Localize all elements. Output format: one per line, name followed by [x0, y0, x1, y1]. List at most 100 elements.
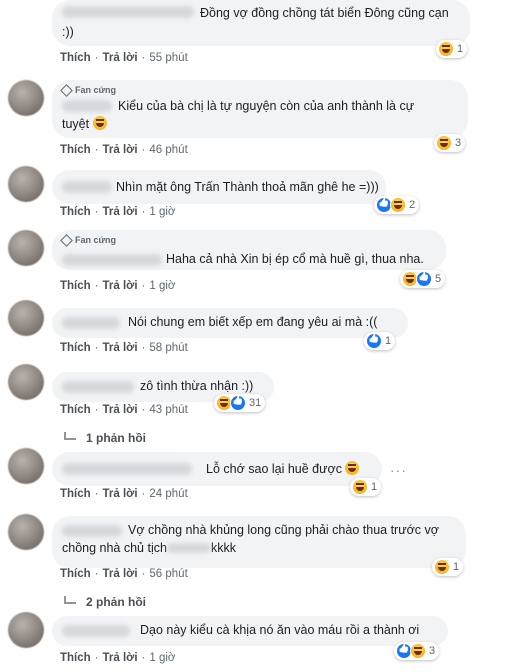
comment-actions: Thích · Trả lời · 58 phút: [60, 342, 188, 354]
avatar[interactable]: [8, 80, 44, 116]
grinning-emoji-icon: [345, 461, 360, 475]
timestamp[interactable]: 43 phút: [149, 404, 187, 416]
comment-actions: Thích · Trả lời · 46 phút: [60, 144, 188, 156]
comment-actions: Thích · Trả lời · 1 giờ: [60, 652, 176, 664]
comment-text-line-1: Kiểu của bà chị là tự nguyện còn của anh…: [118, 99, 415, 113]
comment-text-line-2: chồng nhà chủ tịch kkkk: [62, 541, 236, 555]
avatar[interactable]: [8, 364, 44, 400]
reaction-summary[interactable]: 31: [214, 394, 266, 412]
reply-link[interactable]: Trả lời: [103, 52, 138, 64]
reply-link[interactable]: Trả lời: [103, 652, 138, 664]
avatar[interactable]: [8, 230, 44, 266]
reaction-summary[interactable]: 1: [436, 40, 468, 58]
haha-icon: [410, 643, 426, 659]
author-name[interactable]: [62, 625, 130, 637]
reply-link[interactable]: Trả lời: [103, 568, 138, 580]
avatar[interactable]: [8, 612, 44, 648]
timestamp[interactable]: 46 phút: [149, 144, 187, 156]
reply-arrow-icon: [64, 432, 76, 440]
like-icon: [366, 333, 382, 349]
reaction-summary[interactable]: 2: [374, 196, 420, 214]
reply-link[interactable]: Trả lời: [103, 404, 138, 416]
view-replies-link[interactable]: 2 phản hồi: [64, 595, 146, 609]
like-link[interactable]: Thích: [60, 342, 91, 354]
comment-bubble: Fan cứng Haha cả nhà Xin bị ép cổ mà huề…: [52, 230, 446, 270]
comment-actions: Thích · Trả lời · 56 phút: [60, 568, 188, 580]
haha-icon: [352, 479, 368, 495]
comment-actions: Thích · Trả lời · 24 phút: [60, 488, 188, 500]
like-link[interactable]: Thích: [60, 404, 91, 416]
reaction-summary[interactable]: 1: [350, 478, 382, 496]
diamond-icon: [60, 84, 73, 97]
comment-bubble: Fan cứng Kiểu của bà chị là tự nguyện cò…: [52, 80, 468, 138]
comment-text: Nói chung em biết xếp em đang yêu ai mà …: [128, 315, 378, 329]
timestamp[interactable]: 1 giờ: [149, 652, 175, 664]
timestamp[interactable]: 1 giờ: [149, 206, 175, 218]
fan-badge: Fan cứng: [60, 234, 116, 247]
more-options-icon[interactable]: ···: [390, 462, 407, 478]
reaction-summary[interactable]: 1: [432, 558, 464, 576]
reply-link[interactable]: Trả lời: [103, 280, 138, 292]
timestamp[interactable]: 1 giờ: [149, 280, 175, 292]
comment-text-line-2: :)): [62, 25, 74, 39]
avatar[interactable]: [8, 166, 44, 202]
reply-arrow-icon: [64, 596, 76, 604]
comment-actions: Thích · Trả lời · 43 phút: [60, 404, 188, 416]
comment-bubble: Vợ chồng nhà khủng long cũng phải chào t…: [52, 516, 466, 568]
like-link[interactable]: Thích: [60, 52, 91, 64]
author-name[interactable]: [62, 463, 192, 475]
haha-icon: [436, 135, 452, 151]
like-link[interactable]: Thích: [60, 568, 91, 580]
author-name[interactable]: [62, 181, 112, 193]
avatar[interactable]: [8, 448, 44, 484]
comment-text-line-2: tuyệt: [62, 116, 107, 133]
author-name[interactable]: [62, 6, 194, 18]
like-link[interactable]: Thích: [60, 280, 91, 292]
like-link[interactable]: Thích: [60, 652, 91, 664]
laughing-emoji-icon: [92, 116, 107, 130]
author-name[interactable]: [62, 317, 120, 329]
comment-text: Dạo này kiểu cà khịa nó ăn vào máu rồi a…: [140, 623, 420, 637]
comment-actions: Thích · Trả lời · 1 giờ: [60, 206, 176, 218]
reply-link[interactable]: Trả lời: [103, 206, 138, 218]
redacted-mention: [166, 543, 211, 553]
comment-text: Lỗ chớ sao lại huề được: [206, 461, 360, 478]
view-replies-link[interactable]: 1 phản hồi: [64, 431, 146, 445]
reply-link[interactable]: Trả lời: [103, 488, 138, 500]
author-name[interactable]: [62, 525, 122, 537]
comment-text-line-1: Vợ chồng nhà khủng long cũng phải chào t…: [128, 523, 439, 537]
haha-icon: [390, 197, 406, 213]
avatar[interactable]: [8, 300, 44, 336]
author-name[interactable]: [62, 254, 162, 266]
comment-text: Haha cả nhà Xin bị ép cổ mà huề gì, thua…: [166, 252, 424, 266]
reaction-summary[interactable]: 5: [400, 270, 446, 288]
reaction-summary[interactable]: 3: [434, 134, 466, 152]
timestamp[interactable]: 55 phút: [149, 52, 187, 64]
reaction-summary[interactable]: 1: [364, 332, 396, 350]
timestamp[interactable]: 56 phút: [149, 568, 187, 580]
like-icon: [230, 395, 246, 411]
comment-bubble: Nhìn mặt ông Trấn Thành thoả mãn ghê he …: [52, 170, 386, 204]
comment-bubble: Nói chung em biết xếp em đang yêu ai mà …: [52, 308, 408, 338]
author-name[interactable]: [62, 381, 134, 393]
like-link[interactable]: Thích: [60, 488, 91, 500]
comment-actions: Thích · Trả lời · 55 phút: [60, 52, 188, 64]
reply-link[interactable]: Trả lời: [103, 144, 138, 156]
comment-bubble: Đồng vợ đồng chồng tát biển Đông cũng cạ…: [52, 0, 470, 46]
author-name[interactable]: [62, 100, 112, 112]
timestamp[interactable]: 24 phút: [149, 488, 187, 500]
haha-icon: [434, 559, 450, 575]
reply-link[interactable]: Trả lời: [103, 342, 138, 354]
reaction-summary[interactable]: 3: [394, 642, 440, 660]
fan-badge: Fan cứng: [60, 84, 116, 97]
timestamp[interactable]: 58 phút: [149, 342, 187, 354]
avatar[interactable]: [8, 514, 44, 550]
comment-bubble: Lỗ chớ sao lại huề được: [52, 452, 382, 486]
like-link[interactable]: Thích: [60, 144, 91, 156]
like-icon: [416, 271, 432, 287]
comment-bubble: Dạo này kiểu cà khịa nó ăn vào máu rồi a…: [52, 616, 448, 646]
comment-actions: Thích · Trả lời · 1 giờ: [60, 280, 176, 292]
like-link[interactable]: Thích: [60, 206, 91, 218]
comment-text-line-1: Đồng vợ đồng chồng tát biển Đông cũng cạ…: [200, 6, 449, 20]
diamond-icon: [60, 234, 73, 247]
